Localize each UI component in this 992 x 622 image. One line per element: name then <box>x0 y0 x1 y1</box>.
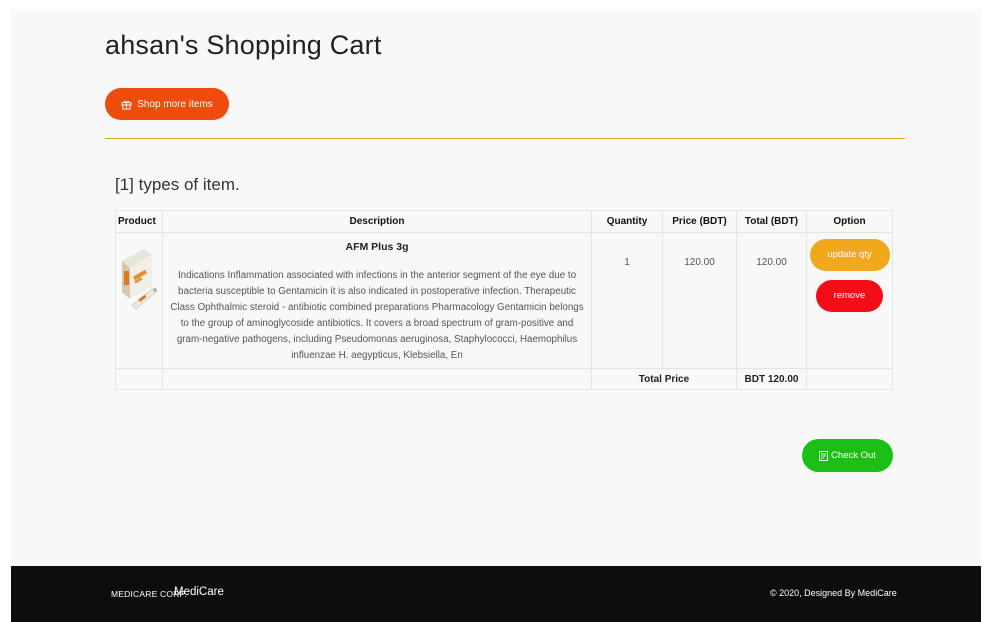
column-header-description: Description <box>162 210 592 233</box>
footer-copyright: © 2020, Designed By MediCare <box>770 588 897 598</box>
quantity-value: 1 <box>591 232 663 369</box>
product-image-cell <box>115 232 163 369</box>
empty-cell <box>162 368 592 390</box>
checkout-label: Check Out <box>831 450 876 461</box>
footer: MEDICARE CORP. MediCare © 2020, Designed… <box>11 566 981 622</box>
total-price-label: Total Price <box>591 368 737 390</box>
cart-table: Product Description Quantity Price (BDT)… <box>115 210 893 390</box>
item-types-count: [1] types of item. <box>115 175 240 194</box>
total-value: 120.00 <box>736 232 807 369</box>
price-value: 120.00 <box>662 232 737 369</box>
option-cell: update qty remove <box>806 232 893 369</box>
update-qty-button[interactable]: update qty <box>809 239 890 271</box>
total-row: Total Price BDT 120.00 <box>115 368 893 390</box>
column-header-option: Option <box>806 210 893 233</box>
table-header-row: Product Description Quantity Price (BDT)… <box>115 210 893 233</box>
checkout-button[interactable]: Check Out <box>802 439 893 472</box>
product-name: AFM Plus 3g <box>345 241 409 253</box>
description-cell: AFM Plus 3g Indications Inflammation ass… <box>162 232 592 369</box>
receipt-icon <box>819 450 829 461</box>
column-header-quantity: Quantity <box>591 210 663 233</box>
column-header-total: Total (BDT) <box>736 210 807 233</box>
empty-cell <box>115 368 163 390</box>
divider <box>105 138 905 139</box>
column-header-product: Product <box>115 210 163 233</box>
shop-more-button[interactable]: Shop more items <box>105 88 229 120</box>
product-image <box>122 249 157 310</box>
page-title: ahsan's Shopping Cart <box>105 30 382 60</box>
total-price-value: BDT 120.00 <box>736 368 807 390</box>
footer-site-name[interactable]: MediCare <box>174 586 224 598</box>
column-header-price: Price (BDT) <box>662 210 737 233</box>
table-row: AFM Plus 3g Indications Inflammation ass… <box>115 232 893 369</box>
empty-cell <box>806 368 893 390</box>
shop-more-label: Shop more items <box>137 98 213 110</box>
gift-icon <box>121 100 132 110</box>
product-description: Indications Inflammation associated with… <box>170 270 584 361</box>
page-content: ahsan's Shopping Cart Shop more items [1… <box>11 9 981 622</box>
remove-button[interactable]: remove <box>816 280 883 312</box>
